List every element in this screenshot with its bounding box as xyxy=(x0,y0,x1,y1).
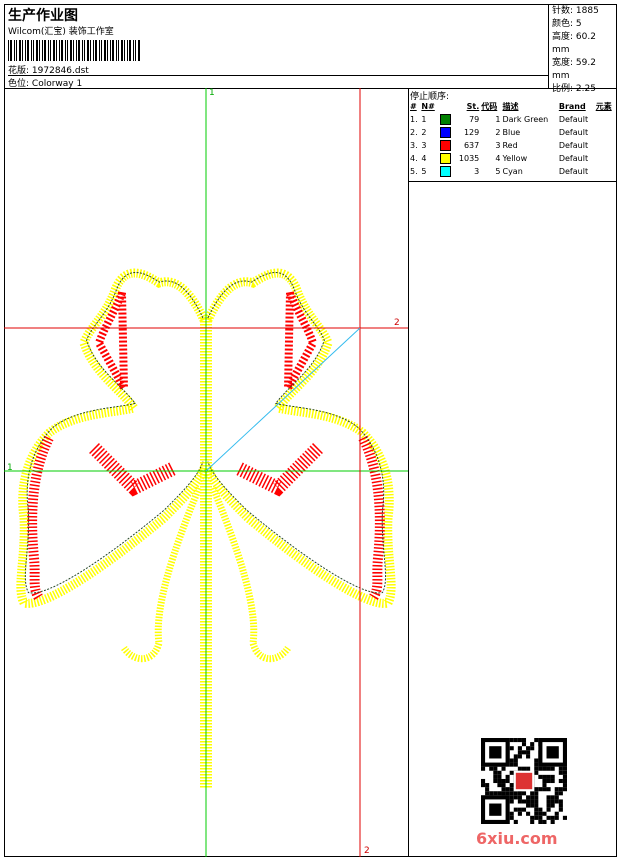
row-code: 5 xyxy=(495,167,501,176)
row-desc: Blue xyxy=(502,128,521,137)
col-element: 元素 xyxy=(595,102,612,111)
row-n: 1 xyxy=(421,115,427,124)
row-brand: Default xyxy=(558,141,589,150)
axis-v1-label: 1 xyxy=(209,88,215,98)
page-title: 生产作业图 xyxy=(8,8,78,24)
row-element xyxy=(595,165,616,178)
col-stitches: St. xyxy=(466,102,480,111)
table-row: 5. 5 3 5 Cyan Default xyxy=(409,165,616,178)
row-num: 4. xyxy=(410,154,418,163)
stitches-stat: 针数: 1885 xyxy=(552,6,599,16)
row-stitches: 1035 xyxy=(458,154,480,163)
color-swatch xyxy=(439,140,451,151)
axis-h2-label: 2 xyxy=(394,318,400,328)
row-stitches: 129 xyxy=(463,128,480,137)
colors-stat: 颜色: 5 xyxy=(552,19,582,29)
axis-v2-label: 2 xyxy=(364,846,370,856)
vendor-name: Wilcom(汇宝) 装饰工作室 xyxy=(8,27,114,37)
row-element xyxy=(595,152,616,165)
row-swatch xyxy=(439,165,454,178)
col-num: # xyxy=(410,102,417,111)
row-brand: Default xyxy=(558,115,589,124)
stop-sequence-panel: 停止顺序: # N# St. 代码 描述 Brand 元素 1. 1 79 1 Dark… xyxy=(408,88,617,857)
row-code: 2 xyxy=(495,128,501,137)
row-brand: Default xyxy=(558,128,589,137)
row-stitches: 79 xyxy=(469,115,480,124)
diagonal-guide xyxy=(205,327,361,472)
row-n: 4 xyxy=(421,154,427,163)
row-element xyxy=(595,139,616,152)
table-row: 1. 1 79 1 Dark Green Default xyxy=(409,113,616,126)
axis-h1-label: 1 xyxy=(7,463,13,473)
barcode xyxy=(8,40,140,61)
col-swatch xyxy=(439,100,454,113)
row-code: 3 xyxy=(495,141,501,150)
row-num: 3. xyxy=(410,141,418,150)
row-n: 5 xyxy=(421,167,427,176)
col-brand: Brand xyxy=(558,102,586,111)
row-brand: Default xyxy=(558,154,589,163)
row-num: 2. xyxy=(410,128,418,137)
stop-sequence-table: # N# St. 代码 描述 Brand 元素 1. 1 79 1 Dark Green… xyxy=(409,100,616,178)
table-row: 4. 4 1035 4 Yellow Default xyxy=(409,152,616,165)
row-swatch xyxy=(439,113,454,126)
row-n: 2 xyxy=(421,128,427,137)
row-element xyxy=(595,113,616,126)
row-code: 1 xyxy=(495,115,501,124)
row-swatch xyxy=(439,139,454,152)
design-canvas: 1 1 2 2 xyxy=(4,88,409,857)
color-swatch xyxy=(439,114,451,125)
stats-panel: 针数: 1885 颜色: 5 高度: 60.2 mm 宽度: 59.2 mm 比… xyxy=(548,4,617,94)
color-swatch xyxy=(439,153,451,164)
row-stitches: 3 xyxy=(474,167,480,176)
color-swatch xyxy=(439,166,451,177)
row-code: 4 xyxy=(495,154,501,163)
qr-code xyxy=(481,738,567,824)
height-stat: 高度: 60.2 mm xyxy=(552,32,596,55)
table-row: 3. 3 637 3 Red Default xyxy=(409,139,616,152)
col-n: N# xyxy=(421,102,435,111)
row-swatch xyxy=(439,152,454,165)
row-element xyxy=(595,126,616,139)
row-n: 3 xyxy=(421,141,427,150)
watermark: 6xiu.com xyxy=(476,829,558,848)
table-row: 2. 2 129 2 Blue Default xyxy=(409,126,616,139)
col-desc: 描述 xyxy=(502,102,519,111)
row-num: 1. xyxy=(410,115,418,124)
col-code: 代码 xyxy=(481,102,498,111)
row-desc: Cyan xyxy=(502,167,523,176)
row-desc: Red xyxy=(502,141,518,150)
row-desc: Dark Green xyxy=(502,115,549,124)
width-stat: 宽度: 59.2 mm xyxy=(552,58,596,81)
row-desc: Yellow xyxy=(502,154,528,163)
row-stitches: 637 xyxy=(463,141,480,150)
row-swatch xyxy=(439,126,454,139)
color-swatch xyxy=(439,127,451,138)
header: 生产作业图 Wilcom(汇宝) 装饰工作室 花版: 1972846.dst 色… xyxy=(4,4,617,94)
row-num: 5. xyxy=(410,167,418,176)
row-brand: Default xyxy=(558,167,589,176)
embroidery-preview xyxy=(4,88,408,857)
